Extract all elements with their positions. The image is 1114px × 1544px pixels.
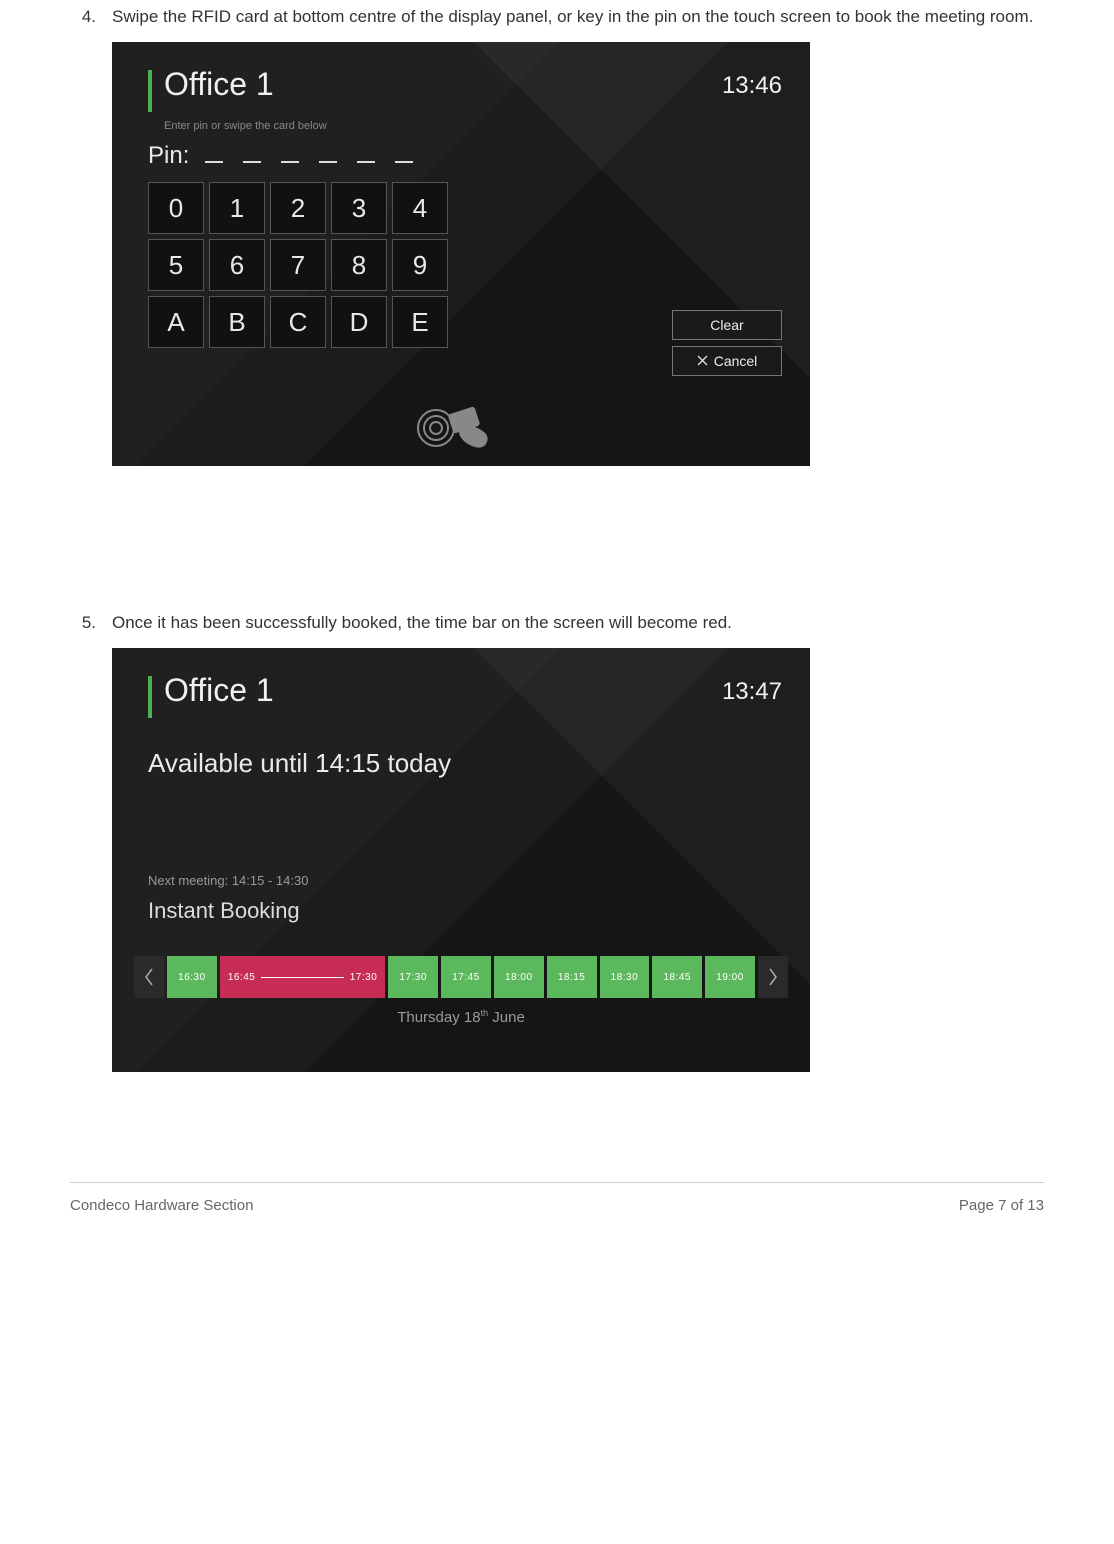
key-9[interactable]: 9 (392, 239, 448, 291)
next-meeting-text: Next meeting: 14:15 - 14:30 (148, 873, 308, 888)
availability-text: Available until 14:15 today (148, 748, 451, 779)
clock: 13:47 (722, 678, 782, 706)
footer-page: Page 7 of 13 (959, 1197, 1044, 1214)
time-slot[interactable]: 17:30 (388, 956, 438, 998)
clock: 13:46 (722, 72, 782, 100)
key-d[interactable]: D (331, 296, 387, 348)
time-slot-booking[interactable]: 16:45 17:30 (220, 956, 385, 998)
pin-slot (395, 161, 413, 163)
clear-button[interactable]: Clear (672, 310, 782, 340)
key-a[interactable]: A (148, 296, 204, 348)
key-e[interactable]: E (392, 296, 448, 348)
time-slot[interactable]: 17:45 (441, 956, 491, 998)
key-4[interactable]: 4 (392, 182, 448, 234)
time-slot[interactable]: 16:30 (167, 956, 217, 998)
booking-end: 17:30 (350, 972, 378, 983)
room-title: Office 1 (164, 66, 274, 103)
pin-label: Pin: (148, 142, 189, 170)
clear-label: Clear (710, 317, 743, 333)
status-indicator-bar (148, 676, 152, 718)
time-slot[interactable]: 18:45 (652, 956, 702, 998)
key-2[interactable]: 2 (270, 182, 326, 234)
key-1[interactable]: 1 (209, 182, 265, 234)
hint-text: Enter pin or swipe the card below (164, 120, 327, 132)
instant-booking-label: Instant Booking (148, 898, 300, 924)
key-b[interactable]: B (209, 296, 265, 348)
rfid-swipe-icon (416, 398, 506, 448)
screenshot-booked-state: Office 1 13:47 Available until 14:15 tod… (112, 648, 810, 1072)
step-number: 4. (70, 0, 112, 34)
time-bar: 16:30 16:45 17:30 17:30 17:45 18:00 18:1… (134, 956, 788, 998)
pin-slot (357, 161, 375, 163)
next-arrow-button[interactable] (758, 956, 788, 998)
key-8[interactable]: 8 (331, 239, 387, 291)
date-day: Thursday 18 (397, 1009, 480, 1026)
step-text: Swipe the RFID card at bottom centre of … (112, 0, 1044, 34)
key-3[interactable]: 3 (331, 182, 387, 234)
pin-slot (243, 161, 261, 163)
key-5[interactable]: 5 (148, 239, 204, 291)
key-0[interactable]: 0 (148, 182, 204, 234)
key-c[interactable]: C (270, 296, 326, 348)
time-slot[interactable]: 18:30 (600, 956, 650, 998)
date-line: Thursday 18th June (112, 1008, 810, 1026)
pin-slot (205, 161, 223, 163)
cancel-button[interactable]: Cancel (672, 346, 782, 376)
keypad: 0 1 2 3 4 5 6 7 8 9 A B C D E (148, 182, 448, 348)
booking-range-line (261, 977, 343, 978)
time-slot[interactable]: 19:00 (705, 956, 755, 998)
pin-row: Pin: (148, 142, 413, 170)
pin-slot (281, 161, 299, 163)
screenshot-pin-entry: Office 1 13:46 Enter pin or swipe the ca… (112, 42, 810, 466)
booking-start: 16:45 (228, 972, 256, 983)
date-ordinal: th (481, 1008, 489, 1018)
time-slot[interactable]: 18:15 (547, 956, 597, 998)
step-4: 4. Swipe the RFID card at bottom centre … (70, 0, 1044, 34)
side-buttons: Clear Cancel (672, 310, 782, 376)
close-icon (697, 353, 708, 369)
page-footer: Condeco Hardware Section Page 7 of 13 (70, 1182, 1044, 1214)
date-month: June (488, 1009, 525, 1026)
step-5: 5. Once it has been successfully booked,… (70, 606, 1044, 640)
key-6[interactable]: 6 (209, 239, 265, 291)
key-7[interactable]: 7 (270, 239, 326, 291)
pin-slots (205, 161, 413, 163)
cancel-label: Cancel (714, 353, 758, 369)
room-title: Office 1 (164, 672, 274, 709)
status-indicator-bar (148, 70, 152, 112)
time-slot[interactable]: 18:00 (494, 956, 544, 998)
step-number: 5. (70, 606, 112, 640)
pin-slot (319, 161, 337, 163)
prev-arrow-button[interactable] (134, 956, 164, 998)
footer-section: Condeco Hardware Section (70, 1197, 253, 1214)
step-text: Once it has been successfully booked, th… (112, 606, 1044, 640)
